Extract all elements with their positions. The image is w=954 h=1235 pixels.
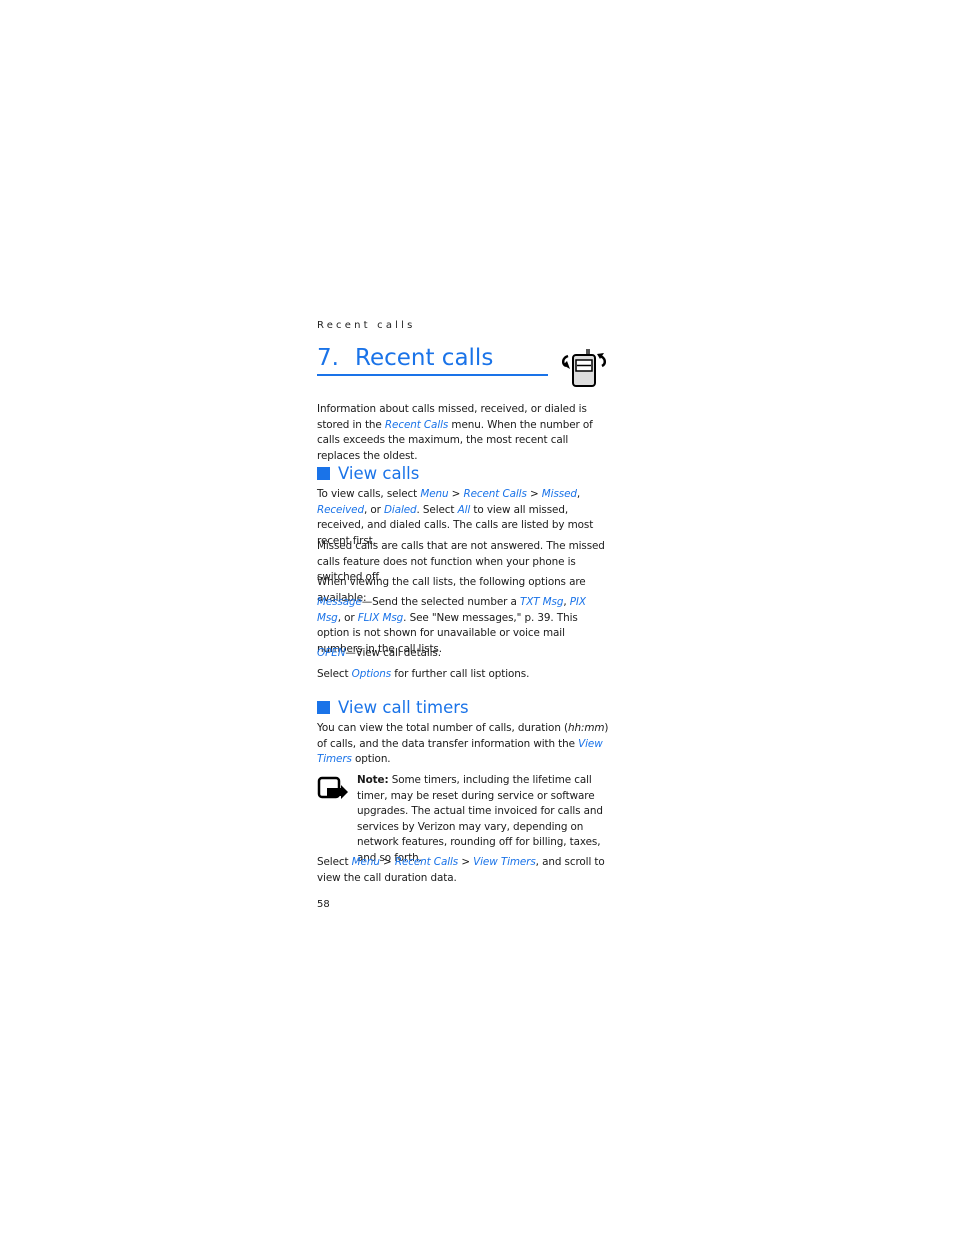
- options-paragraph: Select Options for further call list opt…: [317, 667, 612, 683]
- text: >: [526, 488, 542, 500]
- chapter-title: 7. Recent calls: [317, 343, 548, 376]
- bullet-square-icon: [317, 467, 330, 480]
- text: ,: [576, 488, 581, 500]
- page-number: 58: [317, 899, 330, 910]
- heading-text: View calls: [338, 464, 420, 483]
- running-header: Recent calls: [317, 320, 416, 331]
- text: You can view the total number of calls, …: [317, 722, 568, 734]
- text: for further call list options.: [391, 668, 530, 680]
- link-recent-calls[interactable]: Recent Calls: [463, 488, 526, 500]
- link-all[interactable]: All: [458, 504, 471, 516]
- link-menu[interactable]: Menu: [420, 488, 448, 500]
- link-message[interactable]: Message: [317, 596, 362, 608]
- text: option.: [351, 753, 391, 766]
- link-dialed[interactable]: Dialed: [384, 504, 417, 516]
- note-box: Note: Some timers, including the lifetim…: [357, 773, 612, 867]
- text: Select: [317, 856, 352, 868]
- text: >: [379, 856, 395, 868]
- chapter-title-text: Recent calls: [355, 345, 494, 371]
- text: . Select: [416, 503, 458, 516]
- chapter-number: 7.: [317, 345, 339, 371]
- link-missed[interactable]: Missed: [542, 488, 577, 500]
- text: Select: [317, 668, 352, 680]
- link-recent-calls[interactable]: Recent Calls: [385, 419, 448, 431]
- link-flix-msg[interactable]: FLIX Msg: [358, 612, 404, 624]
- text: To view calls, select: [317, 488, 421, 500]
- intro-paragraph: Information about calls missed, received…: [317, 402, 612, 464]
- heading-text: View call timers: [338, 698, 469, 717]
- bullet-square-icon: [317, 701, 330, 714]
- section-heading-view-call-timers: View call timers: [317, 698, 469, 718]
- text: , or: [337, 611, 358, 624]
- text: —View call details.: [345, 647, 441, 659]
- text: —Send the selected number a: [361, 596, 520, 608]
- text: >: [448, 488, 464, 500]
- link-options[interactable]: Options: [352, 668, 392, 680]
- view-timers-paragraph-1: You can view the total number of calls, …: [317, 721, 612, 768]
- section-heading-view-calls: View calls: [317, 464, 419, 484]
- view-timers-paragraph-2: Select Menu > Recent Calls > View Timers…: [317, 855, 612, 886]
- link-txt-msg[interactable]: TXT Msg: [520, 596, 563, 608]
- phone-with-arrows-icon: [562, 349, 606, 387]
- link-received[interactable]: Received: [317, 504, 364, 516]
- link-menu[interactable]: Menu: [352, 856, 380, 868]
- duration-format: hh:mm: [567, 722, 605, 734]
- link-open[interactable]: OPEN: [317, 647, 345, 659]
- note-hand-icon: [317, 776, 348, 799]
- note-label: Note:: [357, 774, 389, 786]
- link-view-timers[interactable]: View Timers: [473, 856, 536, 868]
- text: , or: [363, 503, 384, 516]
- option-open: OPEN—View call details.: [317, 646, 612, 662]
- text: >: [458, 856, 474, 868]
- note-text: Some timers, including the lifetime call…: [357, 774, 603, 864]
- link-recent-calls[interactable]: Recent Calls: [395, 856, 458, 868]
